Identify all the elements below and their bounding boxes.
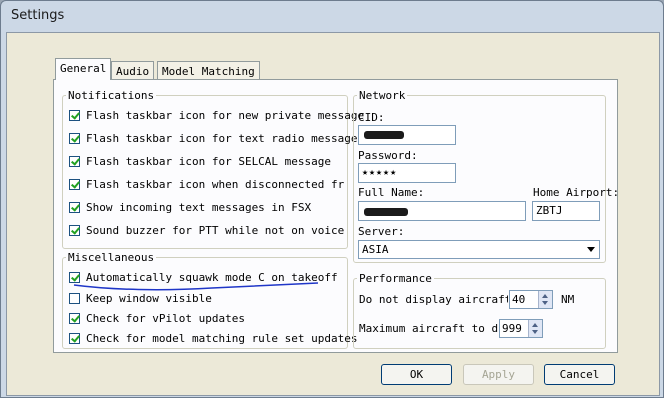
checkbox-label: Check for model matching rule set update…	[86, 331, 358, 345]
ok-button[interactable]: OK	[381, 364, 452, 385]
show-text-in-fsx-checkbox[interactable]: Show incoming text messages in FSX	[69, 199, 311, 215]
notify-selcal-checkbox[interactable]: Flash taskbar icon for SELCAL message	[69, 153, 331, 169]
checkbox-label: Keep window visible	[86, 291, 212, 305]
tab-model-matching[interactable]: Model Matching	[157, 61, 260, 79]
notify-text-radio-checkbox[interactable]: Flash taskbar icon for text radio messag…	[69, 130, 358, 146]
miscellaneous-legend: Miscellaneous	[68, 251, 155, 264]
chevron-down-icon[interactable]	[587, 247, 595, 252]
network-legend: Network	[359, 89, 406, 102]
spin-up-icon[interactable]	[532, 323, 538, 327]
distance-spinner[interactable]: 40	[509, 290, 553, 309]
full-name-input[interactable]	[358, 201, 526, 221]
checkbox-label: Flash taskbar icon for SELCAL message	[86, 154, 332, 168]
cid-label: CID:	[358, 111, 385, 124]
checkbox-label: Flash taskbar icon for new private messa…	[86, 108, 365, 122]
checkbox-label: Check for vPilot updates	[86, 311, 245, 325]
performance-group: Performance	[353, 272, 606, 349]
max-aircraft-spin-buttons[interactable]	[528, 320, 542, 337]
window-title: Settings	[11, 8, 65, 23]
cancel-button[interactable]: Cancel	[544, 364, 615, 385]
notify-disconnected-checkbox[interactable]: Flash taskbar icon when disconnected fro…	[69, 176, 345, 192]
general-tab-panel: Notifications Flash taskbar icon for new…	[53, 79, 620, 353]
distance-spin-buttons[interactable]	[538, 291, 552, 308]
distance-label: Do not display aircraft b	[359, 293, 508, 306]
sound-buzzer-checkbox[interactable]: Sound buzzer for PTT while not on voice	[69, 222, 344, 238]
checkbox-label: Show incoming text messages in FSX	[86, 200, 312, 214]
redacted-cid-scribble	[364, 131, 404, 139]
checkbox-box[interactable]	[69, 312, 80, 324]
server-label: Server:	[358, 225, 405, 238]
server-select[interactable]: ASIA	[358, 240, 600, 259]
distance-value: 40	[512, 293, 526, 306]
checkbox-box[interactable]	[69, 224, 80, 236]
full-name-label: Full Name:	[358, 186, 425, 199]
checkbox-box[interactable]	[69, 109, 80, 121]
notifications-legend: Notifications	[68, 89, 155, 102]
server-selected-value: ASIA	[362, 243, 389, 256]
notify-private-message-checkbox[interactable]: Flash taskbar icon for new private messa…	[69, 107, 364, 123]
tab-general[interactable]: General	[55, 58, 112, 80]
check-model-rules-updates-checkbox[interactable]: Check for model matching rule set update…	[69, 330, 358, 346]
spin-up-icon[interactable]	[542, 294, 548, 298]
distance-unit: NM	[561, 293, 575, 306]
tab-audio[interactable]: Audio	[111, 61, 155, 79]
home-airport-label: Home Airport:	[533, 186, 620, 199]
checkbox-box[interactable]	[69, 292, 80, 304]
title-bar[interactable]: Settings	[1, 1, 663, 31]
password-label: Password:	[358, 149, 418, 162]
checkbox-label: Flash taskbar icon when disconnected fro…	[86, 177, 345, 191]
home-airport-input[interactable]: ZBTJ	[532, 201, 600, 221]
redacted-name-scribble	[364, 208, 408, 216]
spin-down-icon[interactable]	[532, 330, 538, 334]
max-aircraft-spinner[interactable]: 999	[499, 319, 543, 338]
checkbox-box[interactable]	[69, 201, 80, 213]
performance-legend: Performance	[359, 272, 432, 285]
max-aircraft-label: Maximum aircraft to disp	[359, 322, 500, 335]
checkbox-box[interactable]	[69, 155, 80, 167]
checkbox-label: Flash taskbar icon for text radio messag…	[86, 131, 358, 145]
checkbox-box[interactable]	[69, 332, 80, 344]
password-input[interactable]: ★★★★★	[358, 163, 456, 183]
apply-button[interactable]: Apply	[463, 364, 534, 385]
spin-down-icon[interactable]	[542, 301, 548, 305]
checkbox-box[interactable]	[69, 178, 80, 190]
checkbox-label: Sound buzzer for PTT while not on voice	[86, 223, 345, 237]
checkbox-box[interactable]	[69, 132, 80, 144]
cid-input[interactable]	[358, 125, 456, 145]
check-vpilot-updates-checkbox[interactable]: Check for vPilot updates	[69, 310, 245, 326]
max-aircraft-value: 999	[502, 322, 522, 335]
keep-window-visible-checkbox[interactable]: Keep window visible	[69, 290, 212, 306]
